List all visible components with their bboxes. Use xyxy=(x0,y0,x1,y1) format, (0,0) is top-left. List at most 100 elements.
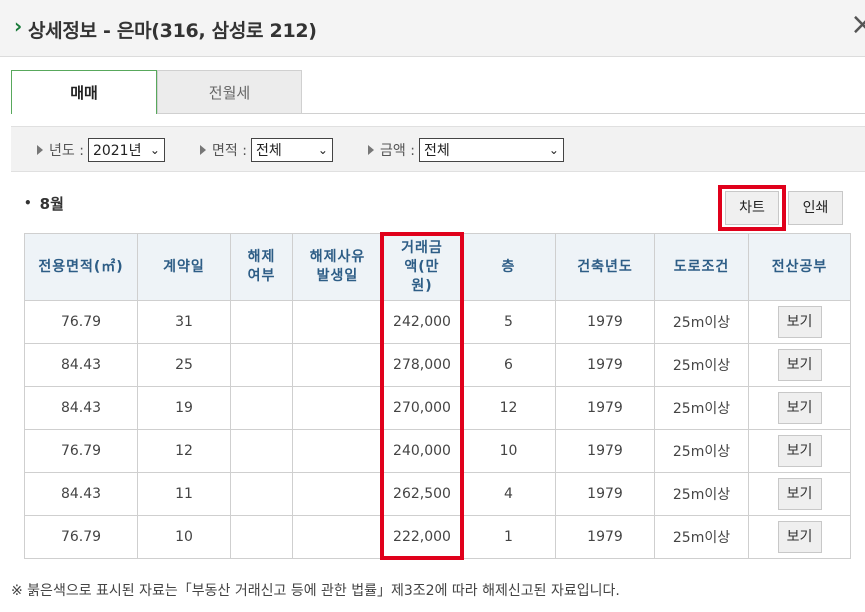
dialog-header: › 상세정보 - 은마(316, 삼성로 212) × xyxy=(0,0,865,57)
chevron-down-icon: ⌄ xyxy=(548,143,559,157)
cell-cancel-date xyxy=(292,515,383,559)
cell-road: 25m이상 xyxy=(654,386,749,430)
cell-floor: 5 xyxy=(461,300,556,344)
cell-area: 84.43 xyxy=(24,472,138,516)
cell-built: 1979 xyxy=(555,472,655,516)
filter-area-label: 면적 : xyxy=(212,143,247,159)
chevron-right-icon: › xyxy=(14,14,23,38)
triangle-right-icon xyxy=(368,145,374,155)
cell-cancel-date xyxy=(292,300,383,344)
area-select-value: 전체 xyxy=(255,143,282,159)
chart-button[interactable]: 차트 xyxy=(725,191,779,225)
bullet-icon: • xyxy=(24,196,32,210)
table-row: 76.79 10 222,000 1 1979 25m이상 보기 xyxy=(24,515,851,559)
cell-cancel xyxy=(230,429,293,473)
table-row: 76.79 31 242,000 5 1979 25m이상 보기 xyxy=(24,300,851,344)
cell-cancel-date xyxy=(292,429,383,473)
triangle-right-icon xyxy=(200,145,206,155)
close-icon[interactable]: × xyxy=(850,10,865,40)
table-header-row: 전용면적(㎡) 계약일 해제 여부 해제사유 발생일 거래금 액(만 원) 층 … xyxy=(24,233,851,301)
col-header-contract-day: 계약일 xyxy=(137,233,231,301)
cell-floor: 4 xyxy=(461,472,556,516)
col-header-area: 전용면적(㎡) xyxy=(24,233,138,301)
cell-cancel xyxy=(230,300,293,344)
cell-area: 76.79 xyxy=(24,429,138,473)
triangle-right-icon xyxy=(37,145,43,155)
area-select[interactable]: 전체 ⌄ xyxy=(250,138,333,162)
cell-cancel xyxy=(230,343,293,387)
table-row: 76.79 12 240,000 10 1979 25m이상 보기 xyxy=(24,429,851,473)
col-header-road: 도로조건 xyxy=(654,233,749,301)
cell-cancel-date xyxy=(292,343,383,387)
col-header-floor: 층 xyxy=(461,233,556,301)
filter-area: 면적 : 전체 ⌄ xyxy=(200,138,333,162)
tab-divider xyxy=(157,113,865,114)
cell-floor: 6 xyxy=(461,343,556,387)
price-select[interactable]: 전체 ⌄ xyxy=(418,138,564,162)
view-button[interactable]: 보기 xyxy=(777,435,822,467)
cell-built: 1979 xyxy=(555,386,655,430)
cell-price: 278,000 xyxy=(382,343,462,387)
filter-bar: 년도 : 2021년 ⌄ 면적 : 전체 ⌄ 금액 : 전체 ⌄ xyxy=(11,126,865,172)
cell-road: 25m이상 xyxy=(654,472,749,516)
view-button[interactable]: 보기 xyxy=(777,349,822,381)
cell-price: 262,500 xyxy=(382,472,462,516)
cell-day: 19 xyxy=(137,386,231,430)
filter-year-label: 년도 : xyxy=(49,143,84,159)
chevron-down-icon: ⌄ xyxy=(317,143,328,157)
price-select-value: 전체 xyxy=(423,143,450,159)
cell-action: 보기 xyxy=(748,515,851,559)
print-button[interactable]: 인쇄 xyxy=(788,191,843,225)
cell-road: 25m이상 xyxy=(654,343,749,387)
filter-price-label: 금액 : xyxy=(380,143,415,159)
month-heading: • 8월 xyxy=(24,193,64,214)
cell-day: 25 xyxy=(137,343,231,387)
chevron-down-icon: ⌄ xyxy=(149,143,160,157)
col-header-price: 거래금 액(만 원) xyxy=(382,233,462,301)
cell-road: 25m이상 xyxy=(654,300,749,344)
filter-price: 금액 : 전체 ⌄ xyxy=(368,138,564,162)
col-header-cancel: 해제 여부 xyxy=(230,233,293,301)
tab-sale[interactable]: 매매 xyxy=(11,70,157,114)
cell-cancel-date xyxy=(292,386,383,430)
table-row: 84.43 25 278,000 6 1979 25m이상 보기 xyxy=(24,343,851,387)
cell-road: 25m이상 xyxy=(654,429,749,473)
cell-price: 222,000 xyxy=(382,515,462,559)
tab-rent[interactable]: 전월세 xyxy=(157,70,302,114)
cell-price: 242,000 xyxy=(382,300,462,344)
filter-year: 년도 : 2021년 ⌄ xyxy=(37,138,165,162)
table-row: 84.43 11 262,500 4 1979 25m이상 보기 xyxy=(24,472,851,516)
cell-day: 31 xyxy=(137,300,231,344)
cell-cancel-date xyxy=(292,472,383,516)
dialog-title: 상세정보 - 은마(316, 삼성로 212) xyxy=(28,20,317,42)
cell-action: 보기 xyxy=(748,429,851,473)
col-header-registry: 전산공부 xyxy=(748,233,851,301)
month-label: 8월 xyxy=(39,195,64,213)
col-header-built-year: 건축년도 xyxy=(555,233,655,301)
view-button[interactable]: 보기 xyxy=(777,392,822,424)
year-select-value: 2021년 xyxy=(92,143,142,159)
cell-day: 11 xyxy=(137,472,231,516)
cell-price: 270,000 xyxy=(382,386,462,430)
cell-road: 25m이상 xyxy=(654,515,749,559)
view-button[interactable]: 보기 xyxy=(777,478,822,510)
cell-cancel xyxy=(230,386,293,430)
cell-area: 84.43 xyxy=(24,386,138,430)
cell-day: 10 xyxy=(137,515,231,559)
cell-area: 76.79 xyxy=(24,515,138,559)
cell-built: 1979 xyxy=(555,343,655,387)
cell-area: 84.43 xyxy=(24,343,138,387)
cell-action: 보기 xyxy=(748,386,851,430)
view-button[interactable]: 보기 xyxy=(777,521,822,553)
cell-cancel xyxy=(230,515,293,559)
year-select[interactable]: 2021년 ⌄ xyxy=(87,138,165,162)
cell-day: 12 xyxy=(137,429,231,473)
cell-floor: 12 xyxy=(461,386,556,430)
cell-area: 76.79 xyxy=(24,300,138,344)
cell-action: 보기 xyxy=(748,472,851,516)
cell-built: 1979 xyxy=(555,515,655,559)
cell-cancel xyxy=(230,472,293,516)
view-button[interactable]: 보기 xyxy=(777,306,822,338)
cell-floor: 1 xyxy=(461,515,556,559)
col-header-cancel-date: 해제사유 발생일 xyxy=(292,233,383,301)
